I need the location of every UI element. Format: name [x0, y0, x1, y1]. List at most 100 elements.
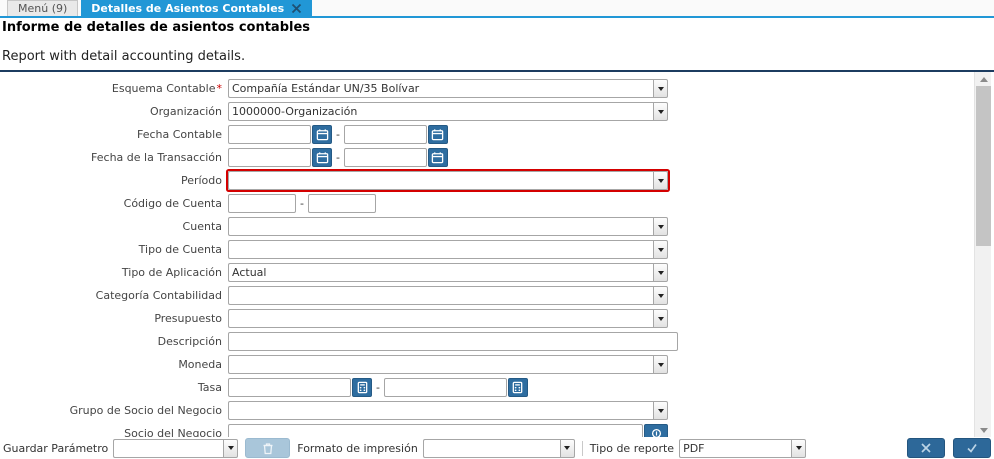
guardar-parametro-input[interactable] [113, 438, 224, 458]
fecha-contable-to-input[interactable] [343, 125, 427, 144]
formato-impresion-combobox [422, 438, 575, 458]
categoria-contabilidad-combobox [228, 286, 668, 305]
chevron-down-icon[interactable] [653, 102, 668, 121]
codigo-cuenta-to-input[interactable] [307, 194, 376, 213]
calendar-icon[interactable] [312, 148, 332, 167]
scroll-down-icon[interactable] [975, 423, 992, 437]
calculator-icon[interactable] [507, 378, 528, 397]
calculator-icon[interactable] [352, 378, 372, 397]
organizacion-input[interactable] [228, 102, 653, 121]
descripcion-input[interactable] [228, 332, 678, 351]
tipo-aplicacion-input[interactable] [228, 263, 653, 282]
row-socio-negocio: Socio del Negocio [0, 424, 974, 437]
x-icon [921, 443, 931, 453]
cuenta-input[interactable] [228, 217, 653, 236]
chevron-down-icon[interactable] [653, 79, 668, 98]
formato-impresion-label: Formato de impresión [297, 441, 418, 455]
row-categoria-contabilidad: Categoría Contabilidad [0, 286, 974, 305]
range-dash: - [376, 381, 380, 394]
chevron-down-icon[interactable] [653, 240, 668, 259]
presupuesto-input[interactable] [228, 309, 653, 328]
organizacion-combobox [228, 102, 668, 121]
row-esquema-contable: Esquema Contable* [0, 79, 974, 98]
codigo-cuenta-label: Código de Cuenta [123, 197, 222, 210]
moneda-input[interactable] [228, 355, 653, 374]
vertical-scrollbar[interactable] [974, 72, 991, 437]
delete-parameter-button[interactable] [245, 438, 291, 458]
tab-detalles-asientos[interactable]: Detalles de Asientos Contables [81, 0, 313, 16]
scroll-up-icon[interactable] [975, 72, 992, 86]
moneda-label: Moneda [178, 358, 222, 371]
categoria-contabilidad-input[interactable] [228, 286, 653, 305]
socio-negocio-input[interactable] [228, 424, 643, 437]
calendar-icon[interactable] [312, 125, 332, 144]
cuenta-combobox [228, 217, 668, 236]
footer-separator [581, 440, 583, 456]
guardar-parametro-combobox [113, 438, 239, 458]
tipo-cuenta-input[interactable] [228, 240, 653, 259]
fecha-transaccion-from-input[interactable] [228, 148, 311, 167]
row-moneda: Moneda [0, 355, 974, 374]
tasa-from-input[interactable] [228, 378, 351, 397]
cuenta-label: Cuenta [182, 220, 222, 233]
chevron-down-icon[interactable] [653, 263, 668, 282]
chevron-down-icon[interactable] [653, 286, 668, 305]
page-title: Informe de detalles de asientos contable… [2, 20, 311, 35]
row-codigo-cuenta: Código de Cuenta - [0, 194, 974, 213]
socio-negocio-label: Socio del Negocio [124, 427, 222, 437]
tab-menu[interactable]: Menú (9) [7, 0, 79, 16]
tipo-reporte-combobox [679, 438, 807, 458]
report-header: Informe de detalles de asientos contable… [2, 20, 310, 64]
scrollbar-thumb[interactable] [976, 86, 991, 246]
confirm-button[interactable] [953, 438, 991, 458]
esquema-contable-input[interactable] [228, 79, 653, 98]
chevron-down-icon[interactable] [653, 171, 668, 190]
required-mark: * [216, 82, 223, 95]
check-icon [967, 444, 977, 453]
row-tasa: Tasa - [0, 378, 974, 397]
row-tipo-cuenta: Tipo de Cuenta [0, 240, 974, 259]
codigo-cuenta-from-input[interactable] [228, 194, 296, 213]
row-presupuesto: Presupuesto [0, 309, 974, 328]
fecha-transaccion-to-input[interactable] [343, 148, 427, 167]
tab-detalles-label: Detalles de Asientos Contables [91, 1, 285, 15]
grupo-socio-input[interactable] [228, 401, 653, 420]
tipo-cuenta-combobox [228, 240, 668, 259]
presupuesto-combobox [228, 309, 668, 328]
tab-menu-label: Menú (9) [18, 2, 68, 15]
tipo-cuenta-label: Tipo de Cuenta [138, 243, 222, 256]
chevron-down-icon[interactable] [223, 438, 239, 458]
periodo-input[interactable] [228, 171, 653, 190]
cancel-button[interactable] [907, 438, 945, 458]
tipo-aplicacion-combobox [228, 263, 668, 282]
fecha-contable-from-input[interactable] [228, 125, 311, 144]
fecha-contable-label: Fecha Contable [137, 128, 222, 141]
business-partner-search-icon[interactable] [644, 424, 668, 437]
row-tipo-aplicacion: Tipo de Aplicación [0, 263, 974, 282]
calendar-icon[interactable] [427, 125, 448, 144]
descripcion-label: Descripción [157, 335, 222, 348]
chevron-down-icon[interactable] [653, 217, 668, 236]
row-fecha-contable: Fecha Contable - [0, 125, 974, 144]
chevron-down-icon[interactable] [653, 355, 668, 374]
esquema-contable-combobox [228, 79, 668, 98]
tab-close-icon[interactable] [291, 3, 302, 14]
range-dash: - [336, 151, 340, 164]
categoria-contabilidad-label: Categoría Contabilidad [95, 289, 222, 302]
tipo-reporte-input[interactable] [679, 438, 792, 458]
calendar-icon[interactable] [427, 148, 448, 167]
grupo-socio-label: Grupo de Socio del Negocio [69, 404, 222, 417]
moneda-combobox [228, 355, 668, 374]
range-dash: - [300, 197, 304, 210]
chevron-down-icon[interactable] [653, 401, 668, 420]
formato-impresion-input[interactable] [422, 438, 560, 458]
chevron-down-icon[interactable] [559, 438, 575, 458]
row-organizacion: Organización [0, 102, 974, 121]
chevron-down-icon[interactable] [653, 309, 668, 328]
tasa-to-input[interactable] [383, 378, 507, 397]
row-grupo-socio: Grupo de Socio del Negocio [0, 401, 974, 420]
row-cuenta: Cuenta [0, 217, 974, 236]
periodo-label: Período [180, 174, 222, 187]
chevron-down-icon[interactable] [791, 438, 807, 458]
page-subtitle: Report with detail accounting details. [2, 49, 246, 64]
